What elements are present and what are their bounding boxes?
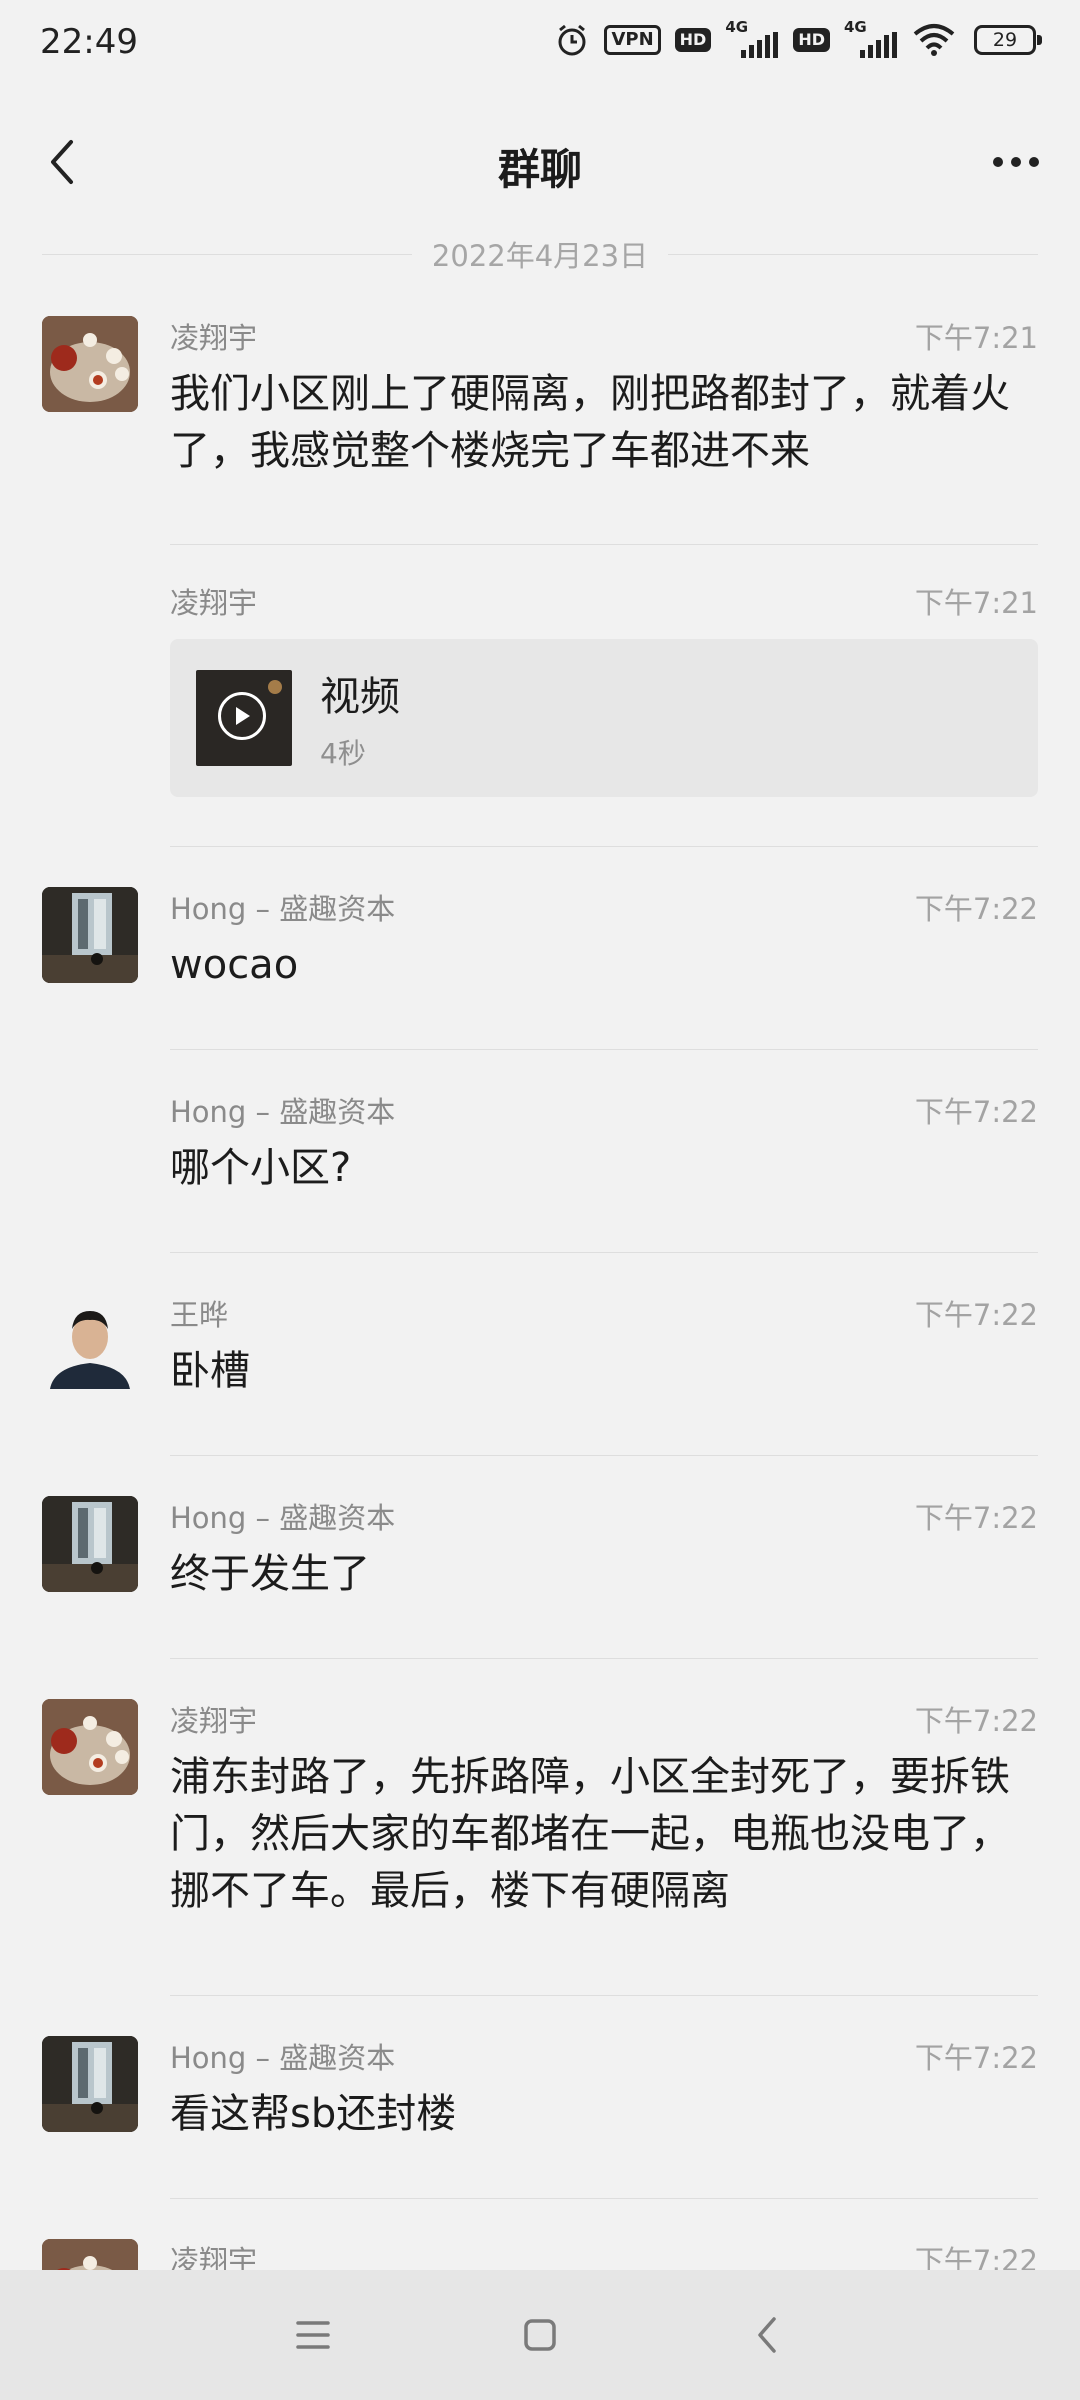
video-title: 视频 [320,674,400,720]
message-time: 下午7:22 [914,1501,1038,1535]
sender-name: 凌翔宇 [170,321,258,355]
square-home-icon [524,2319,556,2351]
message-time: 下午7:22 [914,1298,1038,1332]
video-thumbnail [196,670,292,766]
video-duration: 4秒 [320,737,366,770]
avatar[interactable] [42,316,138,412]
message-text: 看这帮sb还封楼 [170,2091,457,2137]
more-options-button[interactable] [976,130,1056,194]
message-meta: Hong – 盛趣资本 下午7:22 [170,887,1038,927]
message-time: 下午7:21 [914,321,1038,355]
message-item[interactable]: 凌翔宇 下午7:21 视频 4秒 [0,545,1080,847]
message-item[interactable]: Hong – 盛趣资本 下午7:22 wocao [0,847,1080,1050]
sender-name: Hong – 盛趣资本 [170,1095,396,1129]
more-horizontal-icon-dot [1029,157,1039,167]
video-message-card[interactable]: 视频 4秒 [170,639,1038,797]
sender-name: Hong – 盛趣资本 [170,892,396,926]
system-nav-bar [0,2270,1080,2400]
message-text: 卧槽 [170,1348,250,1394]
message-time: 下午7:22 [914,2041,1038,2075]
message-item[interactable]: 凌翔宇 下午7:21 我们小区刚上了硬隔离，刚把路都封了，就着火了，我感觉整个楼… [0,280,1080,545]
signal-4g-icon: 4G [725,18,779,58]
divider-line [42,253,412,255]
sender-name: Hong – 盛趣资本 [170,2041,396,2075]
more-horizontal-icon-dot [993,157,1003,167]
message-text: 浦东封路了，先拆路障，小区全封死了，要拆铁门，然后大家的车都堵在一起，电瓶也没电… [170,1754,1010,1914]
status-bar: 22:49 VPN HD 4G HD 4G 29 [0,0,1080,90]
alarm-icon [554,22,590,58]
avatar[interactable] [42,1496,138,1592]
page-title: 群聊 [497,145,582,194]
message-time: 下午7:22 [914,1704,1038,1738]
triangle-back-icon [757,2317,776,2353]
chat-header: 群聊 [0,110,1080,214]
sender-name: Hong – 盛趣资本 [170,1501,396,1535]
message-item[interactable]: 凌翔宇 下午7:22 浦东封路了，先拆路障，小区全封死了，要拆铁门，然后大家的车… [0,1659,1080,1996]
message-item[interactable]: Hong – 盛趣资本 下午7:22 看这帮sb还封楼 [0,1996,1080,2199]
hd-icon-2: HD [793,28,830,52]
sender-name: 王晔 [170,1298,229,1332]
avatar[interactable] [42,2036,138,2132]
nav-back-button[interactable] [727,2295,807,2375]
message-time: 下午7:22 [914,1095,1038,1129]
sender-name: 凌翔宇 [170,1704,258,1738]
play-icon [218,692,266,740]
message-meta: 王晔 下午7:22 [170,1293,1038,1333]
video-info: 视频 4秒 [320,664,400,772]
battery-icon: 29 [974,25,1042,55]
status-icons: VPN HD 4G HD 4G 29 [554,18,1042,58]
date-label: 2022年4月23日 [431,239,649,273]
avatar[interactable] [42,887,138,983]
avatar[interactable] [42,1293,138,1389]
message-meta: 凌翔宇 下午7:21 [170,581,1038,621]
message-text: 终于发生了 [170,1551,370,1597]
message-meta: Hong – 盛趣资本 下午7:22 [170,2036,1038,2076]
thumbnail-light [268,680,282,694]
message-item[interactable]: Hong – 盛趣资本 下午7:22 哪个小区? [0,1050,1080,1253]
menu-icon [296,2321,331,2349]
date-divider: 2022年4月23日 [42,232,1038,276]
message-text: 哪个小区? [170,1145,352,1191]
message-item[interactable]: 王晔 下午7:22 卧槽 [0,1253,1080,1456]
message-text: wocao [170,942,299,988]
status-time: 22:49 [40,22,138,62]
message-time: 下午7:21 [914,586,1038,620]
divider-line [668,253,1038,255]
message-meta: 凌翔宇 下午7:21 [170,316,1038,356]
message-list[interactable]: 凌翔宇 下午7:21 我们小区刚上了硬隔离，刚把路都封了，就着火了，我感觉整个楼… [0,280,1080,2399]
message-meta: 凌翔宇 下午7:22 [170,1699,1038,1739]
signal-4g-icon-2: 4G [844,18,898,58]
more-horizontal-icon-dot [1011,157,1021,167]
hd-icon: HD [674,28,712,52]
recent-apps-button[interactable] [273,2295,353,2375]
message-text: 我们小区刚上了硬隔离，刚把路都封了，就着火了，我感觉整个楼烧完了车都进不来 [170,371,1010,474]
message-meta: Hong – 盛趣资本 下午7:22 [170,1090,1038,1130]
wifi-icon [912,23,956,57]
avatar[interactable] [42,1699,138,1795]
message-time: 下午7:22 [914,892,1038,926]
message-item[interactable]: Hong – 盛趣资本 下午7:22 终于发生了 [0,1456,1080,1659]
vpn-icon: VPN [604,25,661,55]
message-meta: Hong – 盛趣资本 下午7:22 [170,1496,1038,1536]
sender-name: 凌翔宇 [170,586,258,620]
home-button[interactable] [500,2295,580,2375]
